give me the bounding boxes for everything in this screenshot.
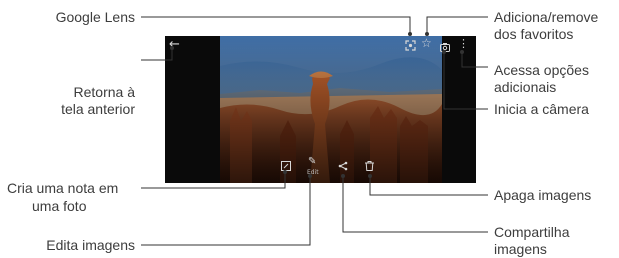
label-share-2: imagens — [494, 241, 547, 257]
label-note-2: uma foto — [32, 198, 87, 214]
label-google-lens: Google Lens — [55, 9, 135, 25]
label-favorites-1: Adiciona/remove — [494, 9, 599, 25]
label-share-1: Compartilha — [494, 224, 570, 240]
label-camera: Inicia a câmera — [494, 101, 589, 117]
label-back-2: tela anterior — [61, 101, 135, 117]
label-favorites-2: dos favoritos — [494, 26, 574, 42]
label-back-1: Retorna à — [73, 84, 135, 100]
label-note-1: Cria uma nota em — [7, 180, 119, 196]
label-more-options-1: Acessa opções — [494, 62, 589, 78]
label-edit: Edita imagens — [46, 237, 135, 253]
label-delete: Apaga imagens — [494, 187, 592, 203]
label-more-options-2: adicionais — [494, 79, 557, 95]
